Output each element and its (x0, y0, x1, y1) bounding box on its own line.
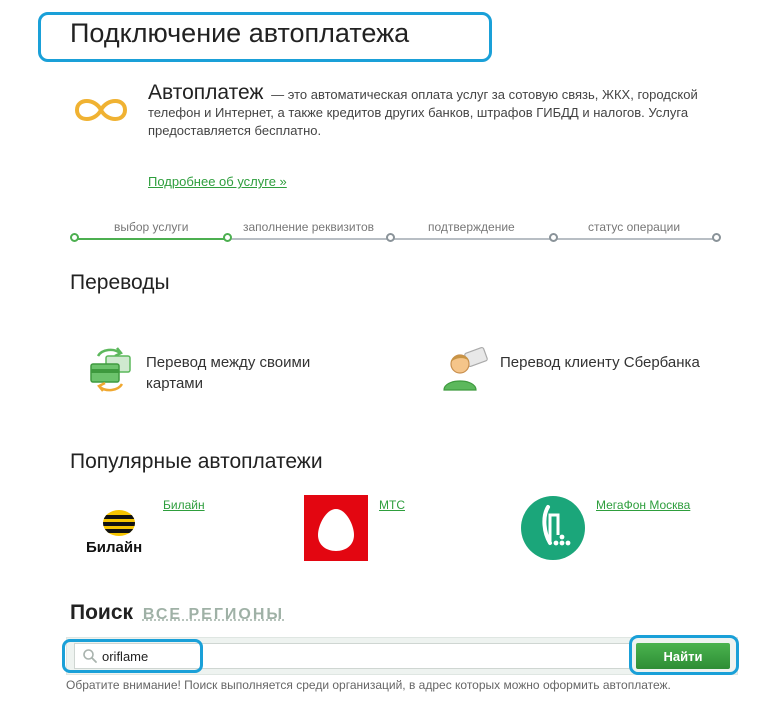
step-dot-1 (70, 233, 79, 242)
transfer-to-client-label: Перевод клиенту Сбербанка (500, 354, 700, 371)
provider-link-mts[interactable]: МТС (379, 498, 405, 512)
step-dot-5 (712, 233, 721, 242)
step-label-status: статус операции (588, 220, 681, 234)
cards-transfer-icon (90, 347, 131, 392)
step-track (230, 238, 388, 240)
transfers-title: Переводы (70, 271, 170, 294)
step-dot-3 (386, 233, 395, 242)
intro-name: Автоплатеж (148, 81, 264, 104)
mts-logo-icon (304, 495, 368, 561)
transfer-own-cards-item[interactable]: Перевод между своими картами (86, 344, 456, 400)
step-dot-4 (549, 233, 558, 242)
search-input-highlight (62, 639, 203, 673)
provider-link-megafon[interactable]: МегаФон Москва (596, 498, 690, 512)
beeline-logo-text: Билайн (86, 539, 143, 556)
search-title: Поиск ВСЕ РЕГИОНЫ (70, 601, 284, 625)
provider-link-beeline[interactable]: Билайн (163, 498, 205, 512)
provider-beeline[interactable]: Билайн Билайн (84, 495, 224, 565)
person-transfer-icon (443, 346, 488, 391)
step-track-active (76, 238, 226, 240)
region-selector[interactable]: ВСЕ РЕГИОНЫ (143, 606, 284, 623)
step-label-select-service: выбор услуги (114, 220, 189, 234)
step-label-fill-details: заполнение реквизитов (243, 220, 375, 234)
popular-title: Популярные автоплатежи (70, 450, 323, 473)
transfer-to-client-item[interactable]: Перевод клиенту Сбербанка (440, 344, 740, 400)
provider-megafon[interactable]: МегаФон Москва (520, 495, 720, 565)
more-about-service-link[interactable]: Подробнее об услуге » (148, 174, 287, 189)
infinity-icon (74, 99, 128, 121)
intro-text: Автоплатеж — это автоматическая оплата у… (148, 81, 718, 140)
page-title: Подключение автоплатежа (70, 18, 410, 48)
search-notice: Обратите внимание! Поиск выполняется сре… (66, 678, 671, 692)
megafon-logo-icon (521, 496, 585, 560)
search-label: Поиск (70, 601, 134, 624)
step-track (393, 238, 551, 240)
step-track (556, 238, 714, 240)
provider-mts[interactable]: МТС (304, 495, 444, 565)
find-button-highlight (629, 635, 739, 675)
transfer-own-cards-label: Перевод между своими картами (146, 354, 311, 392)
beeline-logo-icon (103, 510, 135, 536)
step-label-confirmation: подтверждение (428, 220, 515, 234)
step-dot-2 (223, 233, 232, 242)
